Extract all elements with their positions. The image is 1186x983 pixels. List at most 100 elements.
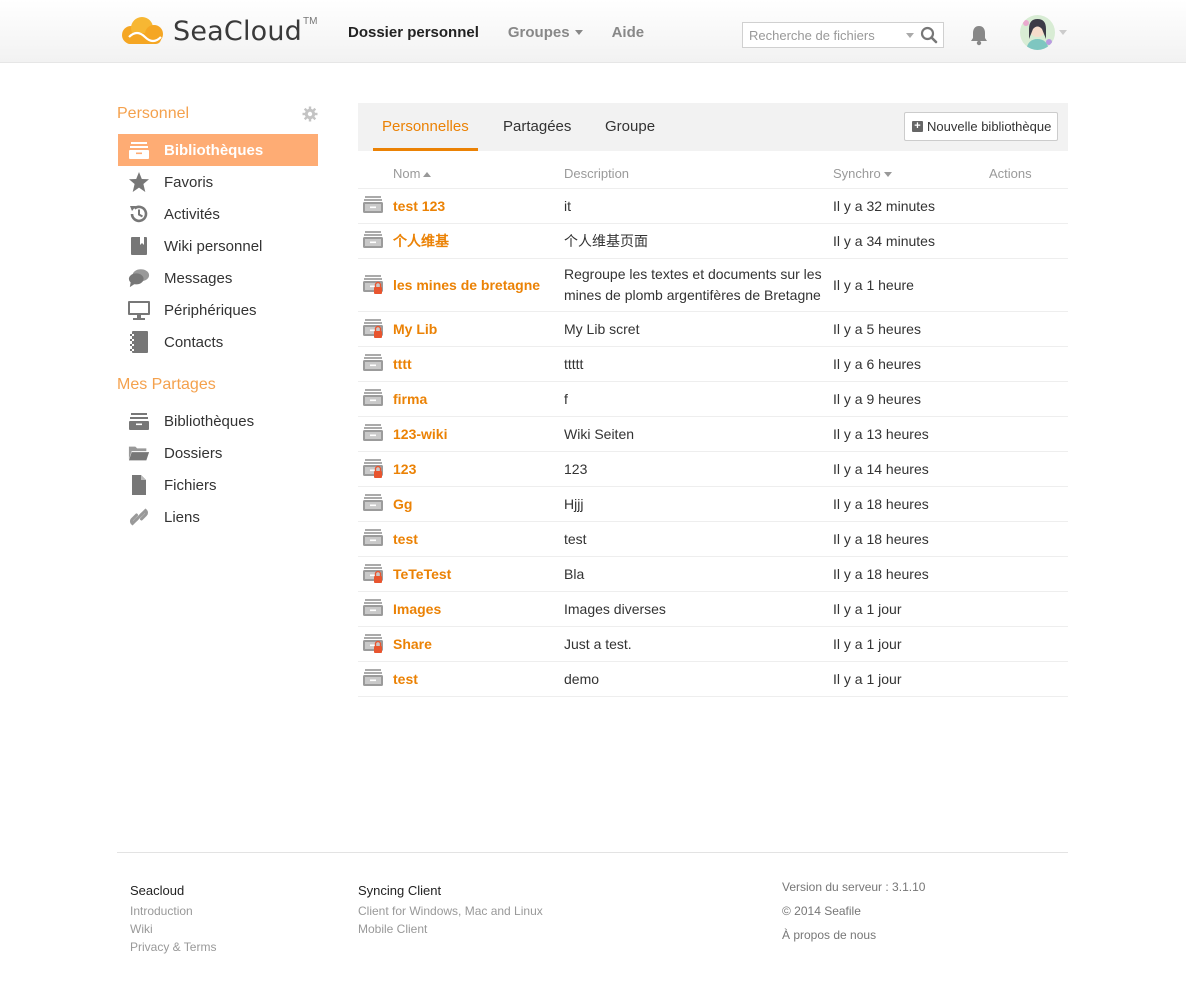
library-sync-time: Il y a 34 minutes (833, 223, 989, 259)
sidebar-item-libraries[interactable]: Bibliothèques (118, 134, 318, 166)
sidebar-item-messages[interactable]: Messages (118, 262, 318, 294)
footer-link-about[interactable]: À propos de nous (782, 928, 925, 952)
library-name-link[interactable]: 123-wiki (393, 426, 447, 442)
messages-icon (128, 267, 150, 289)
library-description: My Lib scret (564, 311, 833, 347)
sort-asc-icon (423, 171, 432, 177)
table-row[interactable]: Share Just a test. Il y a 1 jour (358, 626, 1068, 662)
footer-link-wiki[interactable]: Wiki (130, 920, 216, 938)
nav-help[interactable]: Aide (612, 24, 645, 41)
table-row[interactable]: TeTeTest Bla Il y a 18 heures (358, 556, 1068, 592)
new-library-button[interactable]: + Nouvelle bibliothèque (904, 112, 1058, 141)
library-description: Hjjj (564, 486, 833, 522)
library-name-link[interactable]: TeTeTest (393, 566, 451, 582)
library-name-link[interactable]: test (393, 671, 418, 687)
search-input[interactable] (743, 23, 905, 47)
search-options-icon[interactable] (906, 33, 914, 38)
table-row[interactable]: tttt ttttt Il y a 6 heures (358, 346, 1068, 382)
sidebar-item-contacts[interactable]: Contacts (118, 326, 318, 358)
table-row[interactable]: My Lib My Lib scret Il y a 5 heures (358, 311, 1068, 347)
library-description: it (564, 188, 833, 224)
sidebar-item-favorites[interactable]: Favoris (118, 166, 318, 198)
library-name-link[interactable]: Gg (393, 496, 412, 512)
sidebar-item-devices[interactable]: Périphériques (118, 294, 318, 326)
file-icon (128, 474, 150, 496)
footer-link-privacy-terms[interactable]: Privacy & Terms (130, 938, 216, 956)
table-row[interactable]: firma f Il y a 9 heures (358, 381, 1068, 417)
footer-link-desktop-client[interactable]: Client for Windows, Mac and Linux (358, 902, 543, 920)
table-row[interactable]: Images Images diverses Il y a 1 jour (358, 591, 1068, 627)
encrypted-library-icon (363, 563, 383, 583)
table-row[interactable]: test test Il y a 18 heures (358, 521, 1068, 557)
nav-groups-label: Groupes (507, 24, 570, 41)
library-name-link[interactable]: 个人维基 (393, 233, 449, 249)
encrypted-library-icon (363, 633, 383, 653)
library-sync-time: Il y a 9 heures (833, 381, 989, 417)
main-nav: Dossier personnel Groupes Aide (348, 24, 673, 41)
sidebar-item-shared-files[interactable]: Fichiers (118, 469, 318, 501)
tab-personal[interactable]: Personnelles (373, 103, 478, 151)
library-actions (989, 591, 1068, 627)
user-menu[interactable] (1020, 15, 1067, 50)
library-name-link[interactable]: 123 (393, 461, 416, 477)
libraries-table: Nom Description Synchro Actions test 123… (358, 158, 1068, 697)
library-sync-time: Il y a 1 jour (833, 591, 989, 627)
avatar[interactable] (1020, 15, 1055, 50)
table-row[interactable]: test 123 it Il y a 32 minutes (358, 188, 1068, 224)
sidebar-item-shared-folders[interactable]: Dossiers (118, 437, 318, 469)
library-name-link[interactable]: test (393, 531, 418, 547)
column-description-header: Description (564, 158, 833, 189)
library-sync-time: Il y a 1 heure (833, 258, 989, 312)
library-icon (363, 493, 383, 511)
library-name-link[interactable]: test 123 (393, 198, 445, 214)
library-actions (989, 521, 1068, 557)
library-sync-time: Il y a 18 heures (833, 486, 989, 522)
encrypted-library-icon (363, 458, 383, 478)
nav-personal-folder[interactable]: Dossier personnel (348, 24, 479, 41)
column-name-header[interactable]: Nom (393, 158, 564, 189)
footer-divider (117, 852, 1068, 853)
library-name-link[interactable]: Share (393, 636, 432, 652)
sidebar-item-activities[interactable]: Activités (118, 198, 318, 230)
sidebar-item-label: Périphériques (164, 301, 257, 319)
encrypted-library-icon (363, 274, 383, 294)
library-sync-time: Il y a 1 jour (833, 626, 989, 662)
library-sync-time: Il y a 18 heures (833, 521, 989, 557)
library-name-link[interactable]: Images (393, 601, 441, 617)
library-icon (128, 139, 150, 161)
footer-link-mobile-client[interactable]: Mobile Client (358, 920, 543, 938)
column-sync-header[interactable]: Synchro (833, 158, 989, 189)
library-name-link[interactable]: tttt (393, 356, 412, 372)
folder-icon (128, 442, 150, 464)
search-icon[interactable] (920, 26, 938, 44)
library-actions (989, 311, 1068, 347)
library-name-link[interactable]: firma (393, 391, 427, 407)
brand-name: SeaCloud (173, 15, 303, 47)
library-actions (989, 451, 1068, 487)
library-sync-time: Il y a 13 heures (833, 416, 989, 452)
table-row[interactable]: 个人维基 个人维基页面 Il y a 34 minutes (358, 223, 1068, 259)
tab-shared[interactable]: Partagées (503, 103, 571, 151)
logo[interactable]: SeaCloud TM (117, 14, 317, 48)
tab-group[interactable]: Groupe (605, 103, 655, 151)
sidebar-item-shared-links[interactable]: Liens (118, 501, 318, 533)
notification-bell-icon[interactable] (968, 24, 990, 46)
table-row[interactable]: les mines de bretagne Regroupe les textes… (358, 258, 1068, 312)
library-sync-time: Il y a 18 heures (833, 556, 989, 592)
sidebar-item-personal-wiki[interactable]: Wiki personnel (118, 230, 318, 262)
library-name-link[interactable]: les mines de bretagne (393, 277, 540, 293)
sidebar-item-label: Liens (164, 508, 200, 526)
footer-seacloud-column: Seacloud Introduction Wiki Privacy & Ter… (130, 882, 216, 956)
library-description: f (564, 381, 833, 417)
table-row[interactable]: Gg Hjjj Il y a 18 heures (358, 486, 1068, 522)
library-actions (989, 381, 1068, 417)
table-row[interactable]: test demo Il y a 1 jour (358, 661, 1068, 697)
sidebar-item-shared-libraries[interactable]: Bibliothèques (118, 405, 318, 437)
nav-groups[interactable]: Groupes (508, 24, 583, 41)
library-description: demo (564, 661, 833, 697)
gear-icon[interactable] (302, 106, 318, 122)
table-row[interactable]: 123-wiki Wiki Seiten Il y a 13 heures (358, 416, 1068, 452)
footer-link-introduction[interactable]: Introduction (130, 902, 216, 920)
library-name-link[interactable]: My Lib (393, 321, 437, 337)
table-row[interactable]: 123 123 Il y a 14 heures (358, 451, 1068, 487)
